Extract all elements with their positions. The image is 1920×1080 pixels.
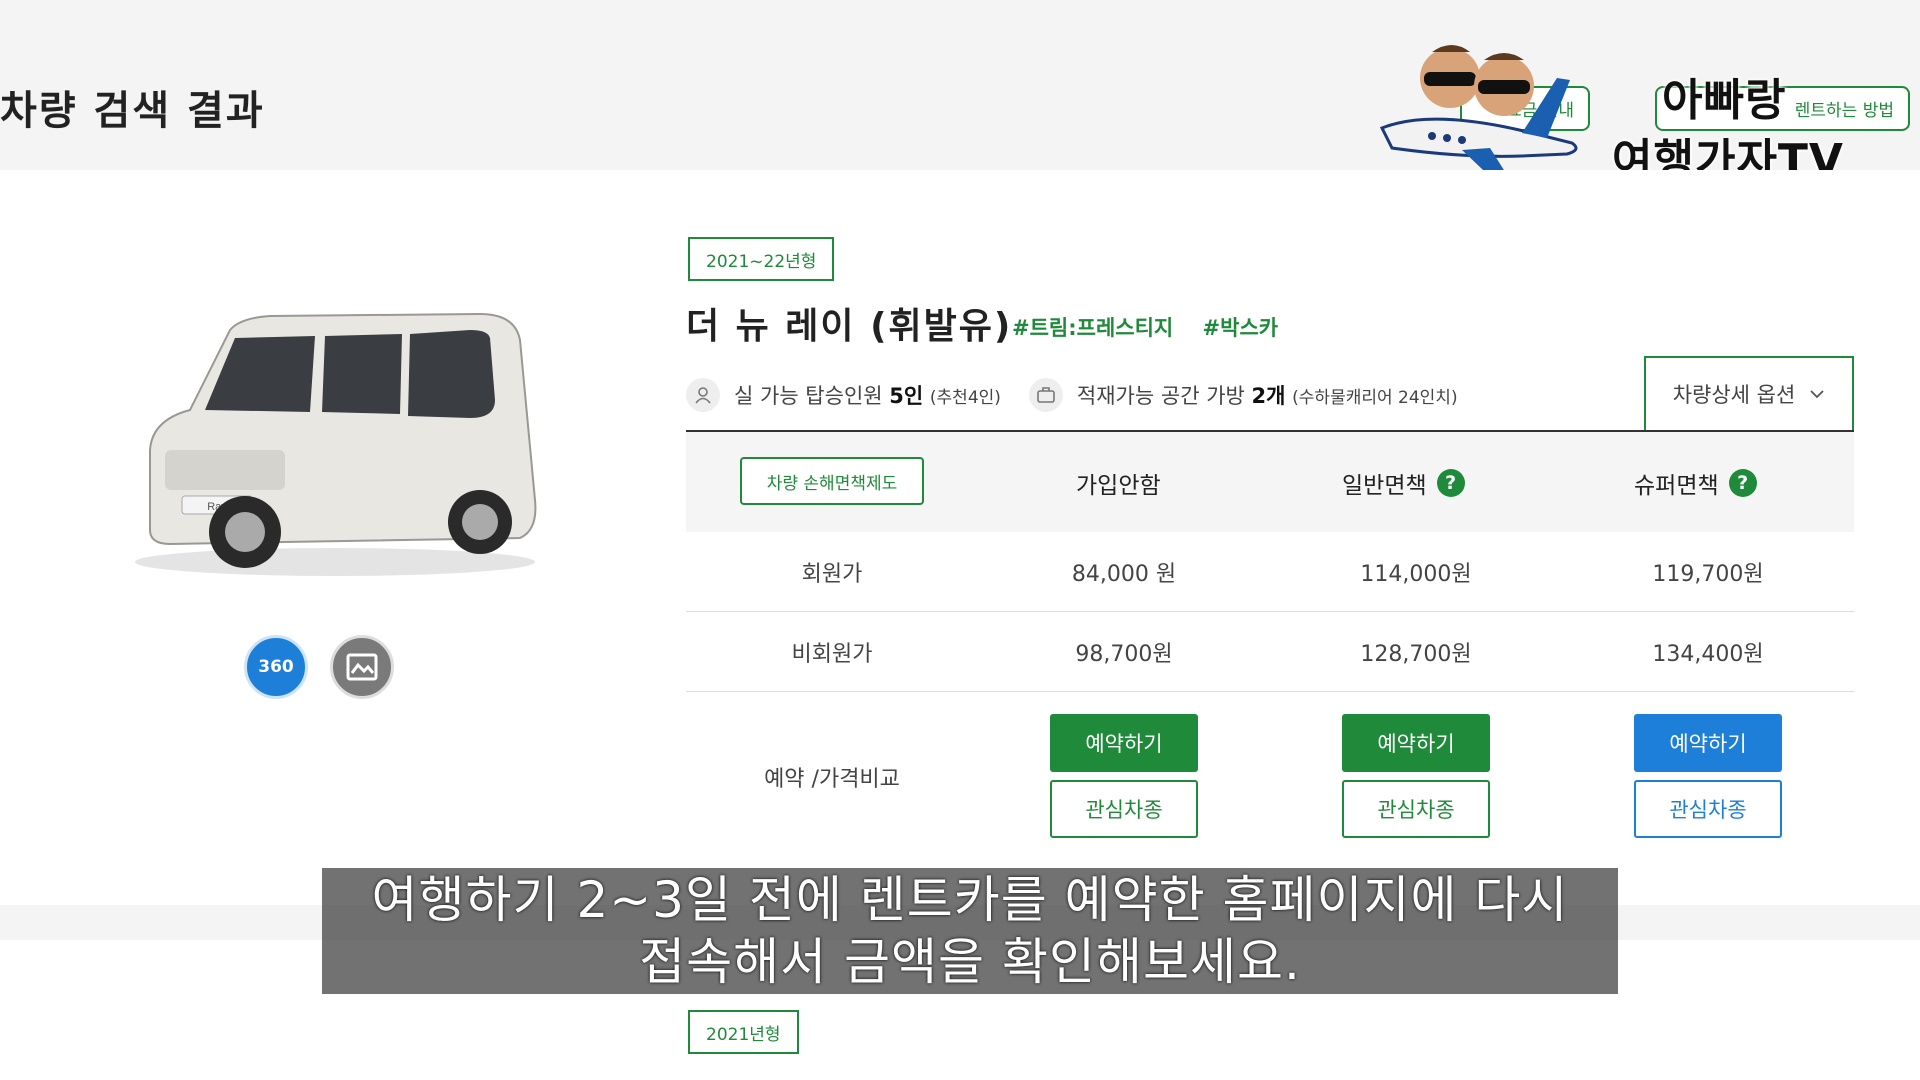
reserve-button-no-insurance[interactable]: 예약하기 bbox=[1050, 714, 1198, 772]
detail-options-label: 차량상세 옵션 bbox=[1672, 383, 1796, 407]
subtitle-line2: 접속해서 금액을 확인해보세요. bbox=[639, 933, 1301, 991]
favorite-button-standard[interactable]: 관심차종 bbox=[1342, 780, 1490, 838]
table-row-nonmember: 비회원가 98,700원 128,700원 134,400원 bbox=[686, 612, 1854, 692]
view-gallery-button[interactable] bbox=[330, 635, 394, 699]
car-tags: #트림:프레스티지 #박스카 bbox=[1012, 312, 1300, 342]
help-icon[interactable]: ? bbox=[1436, 469, 1465, 497]
year-badge: 2021~22년형 bbox=[688, 237, 835, 281]
view-360-button[interactable]: 360 bbox=[244, 635, 308, 699]
price-cell: 134,400원 bbox=[1652, 642, 1764, 667]
car-result-card: Ray 360 2021~22년형 더 뉴 레이 (휘발유) #트림:프레스티지… bbox=[0, 170, 1920, 905]
price-cell: 114,000원 bbox=[1360, 562, 1472, 587]
price-cell: 119,700원 bbox=[1652, 562, 1764, 587]
logo-text-line1: 아빠랑 bbox=[1662, 75, 1787, 126]
price-cell: 84,000 원 bbox=[1071, 562, 1177, 587]
col-label: 일반면책 bbox=[1342, 473, 1427, 499]
table-row-member: 회원가 84,000 원 114,000원 119,700원 bbox=[686, 532, 1854, 612]
row-label: 비회원가 bbox=[791, 642, 873, 667]
price-cell: 128,700원 bbox=[1360, 642, 1472, 667]
passengers-note: (추천4인) bbox=[929, 387, 1001, 408]
col-standard-insurance: 일반면책 ? bbox=[1342, 466, 1465, 500]
col-label: 슈퍼면책 bbox=[1634, 473, 1719, 499]
help-icon[interactable]: ? bbox=[1728, 469, 1757, 497]
page-title: 차량 검색 결과 bbox=[0, 88, 265, 134]
favorite-button-no-insurance[interactable]: 관심차종 bbox=[1050, 780, 1198, 838]
video-subtitle: 여행하기 2~3일 전에 렌트카를 예약한 홈페이지에 다시 접속해서 금액을 … bbox=[322, 868, 1618, 994]
chevron-down-icon bbox=[1810, 390, 1824, 399]
reserve-row: 예약 /가격비교 예약하기 관심차종 예약하기 관심차종 예약하기 관심차종 bbox=[686, 692, 1854, 862]
view-360-label: 360 bbox=[258, 657, 294, 677]
person-icon bbox=[686, 378, 720, 412]
reserve-button-standard[interactable]: 예약하기 bbox=[1342, 714, 1490, 772]
tag-type[interactable]: #박스카 bbox=[1203, 316, 1279, 340]
detail-options-button[interactable]: 차량상세 옵션 bbox=[1644, 356, 1854, 430]
reserve-row-label: 예약 /가격비교 bbox=[764, 767, 900, 792]
car-name: 더 뉴 레이 (휘발유) bbox=[686, 306, 1013, 347]
subtitle-line1: 여행하기 2~3일 전에 렌트카를 예약한 홈페이지에 다시 bbox=[371, 871, 1569, 929]
car-image: Ray bbox=[135, 312, 537, 576]
year-badge: 2021년형 bbox=[688, 1010, 799, 1054]
tag-trim[interactable]: #트림:프레스티지 bbox=[1012, 316, 1173, 340]
col-super-insurance: 슈퍼면책 ? bbox=[1634, 466, 1757, 500]
reserve-button-super[interactable]: 예약하기 bbox=[1634, 714, 1782, 772]
luggage-prefix: 적재가능 공간 가방 bbox=[1076, 384, 1245, 408]
passengers-value: 5인 bbox=[889, 384, 924, 408]
luggage-value: 2개 bbox=[1251, 384, 1286, 408]
col-label: 가입안함 bbox=[1076, 473, 1161, 499]
luggage-note: (수하물캐리어 24인치) bbox=[1292, 387, 1458, 408]
price-cell: 98,700원 bbox=[1075, 642, 1173, 667]
passengers-prefix: 실 가능 탑승인원 bbox=[734, 384, 883, 408]
luggage-icon bbox=[1028, 378, 1063, 412]
col-no-insurance: 가입안함 bbox=[1076, 466, 1161, 500]
price-table-header: 차량 손해면책제도 가입안함 일반면책 ? 슈퍼면책 ? bbox=[686, 432, 1854, 532]
spec-row: 실 가능 탑승인원 5인 (추천4인) 적재가능 공간 가방 2개 (수하물캐리… bbox=[686, 370, 1458, 420]
row-label: 회원가 bbox=[801, 562, 863, 587]
insurance-policy-button[interactable]: 차량 손해면책제도 bbox=[740, 457, 924, 505]
image-icon bbox=[346, 653, 378, 681]
favorite-button-super[interactable]: 관심차종 bbox=[1634, 780, 1782, 838]
